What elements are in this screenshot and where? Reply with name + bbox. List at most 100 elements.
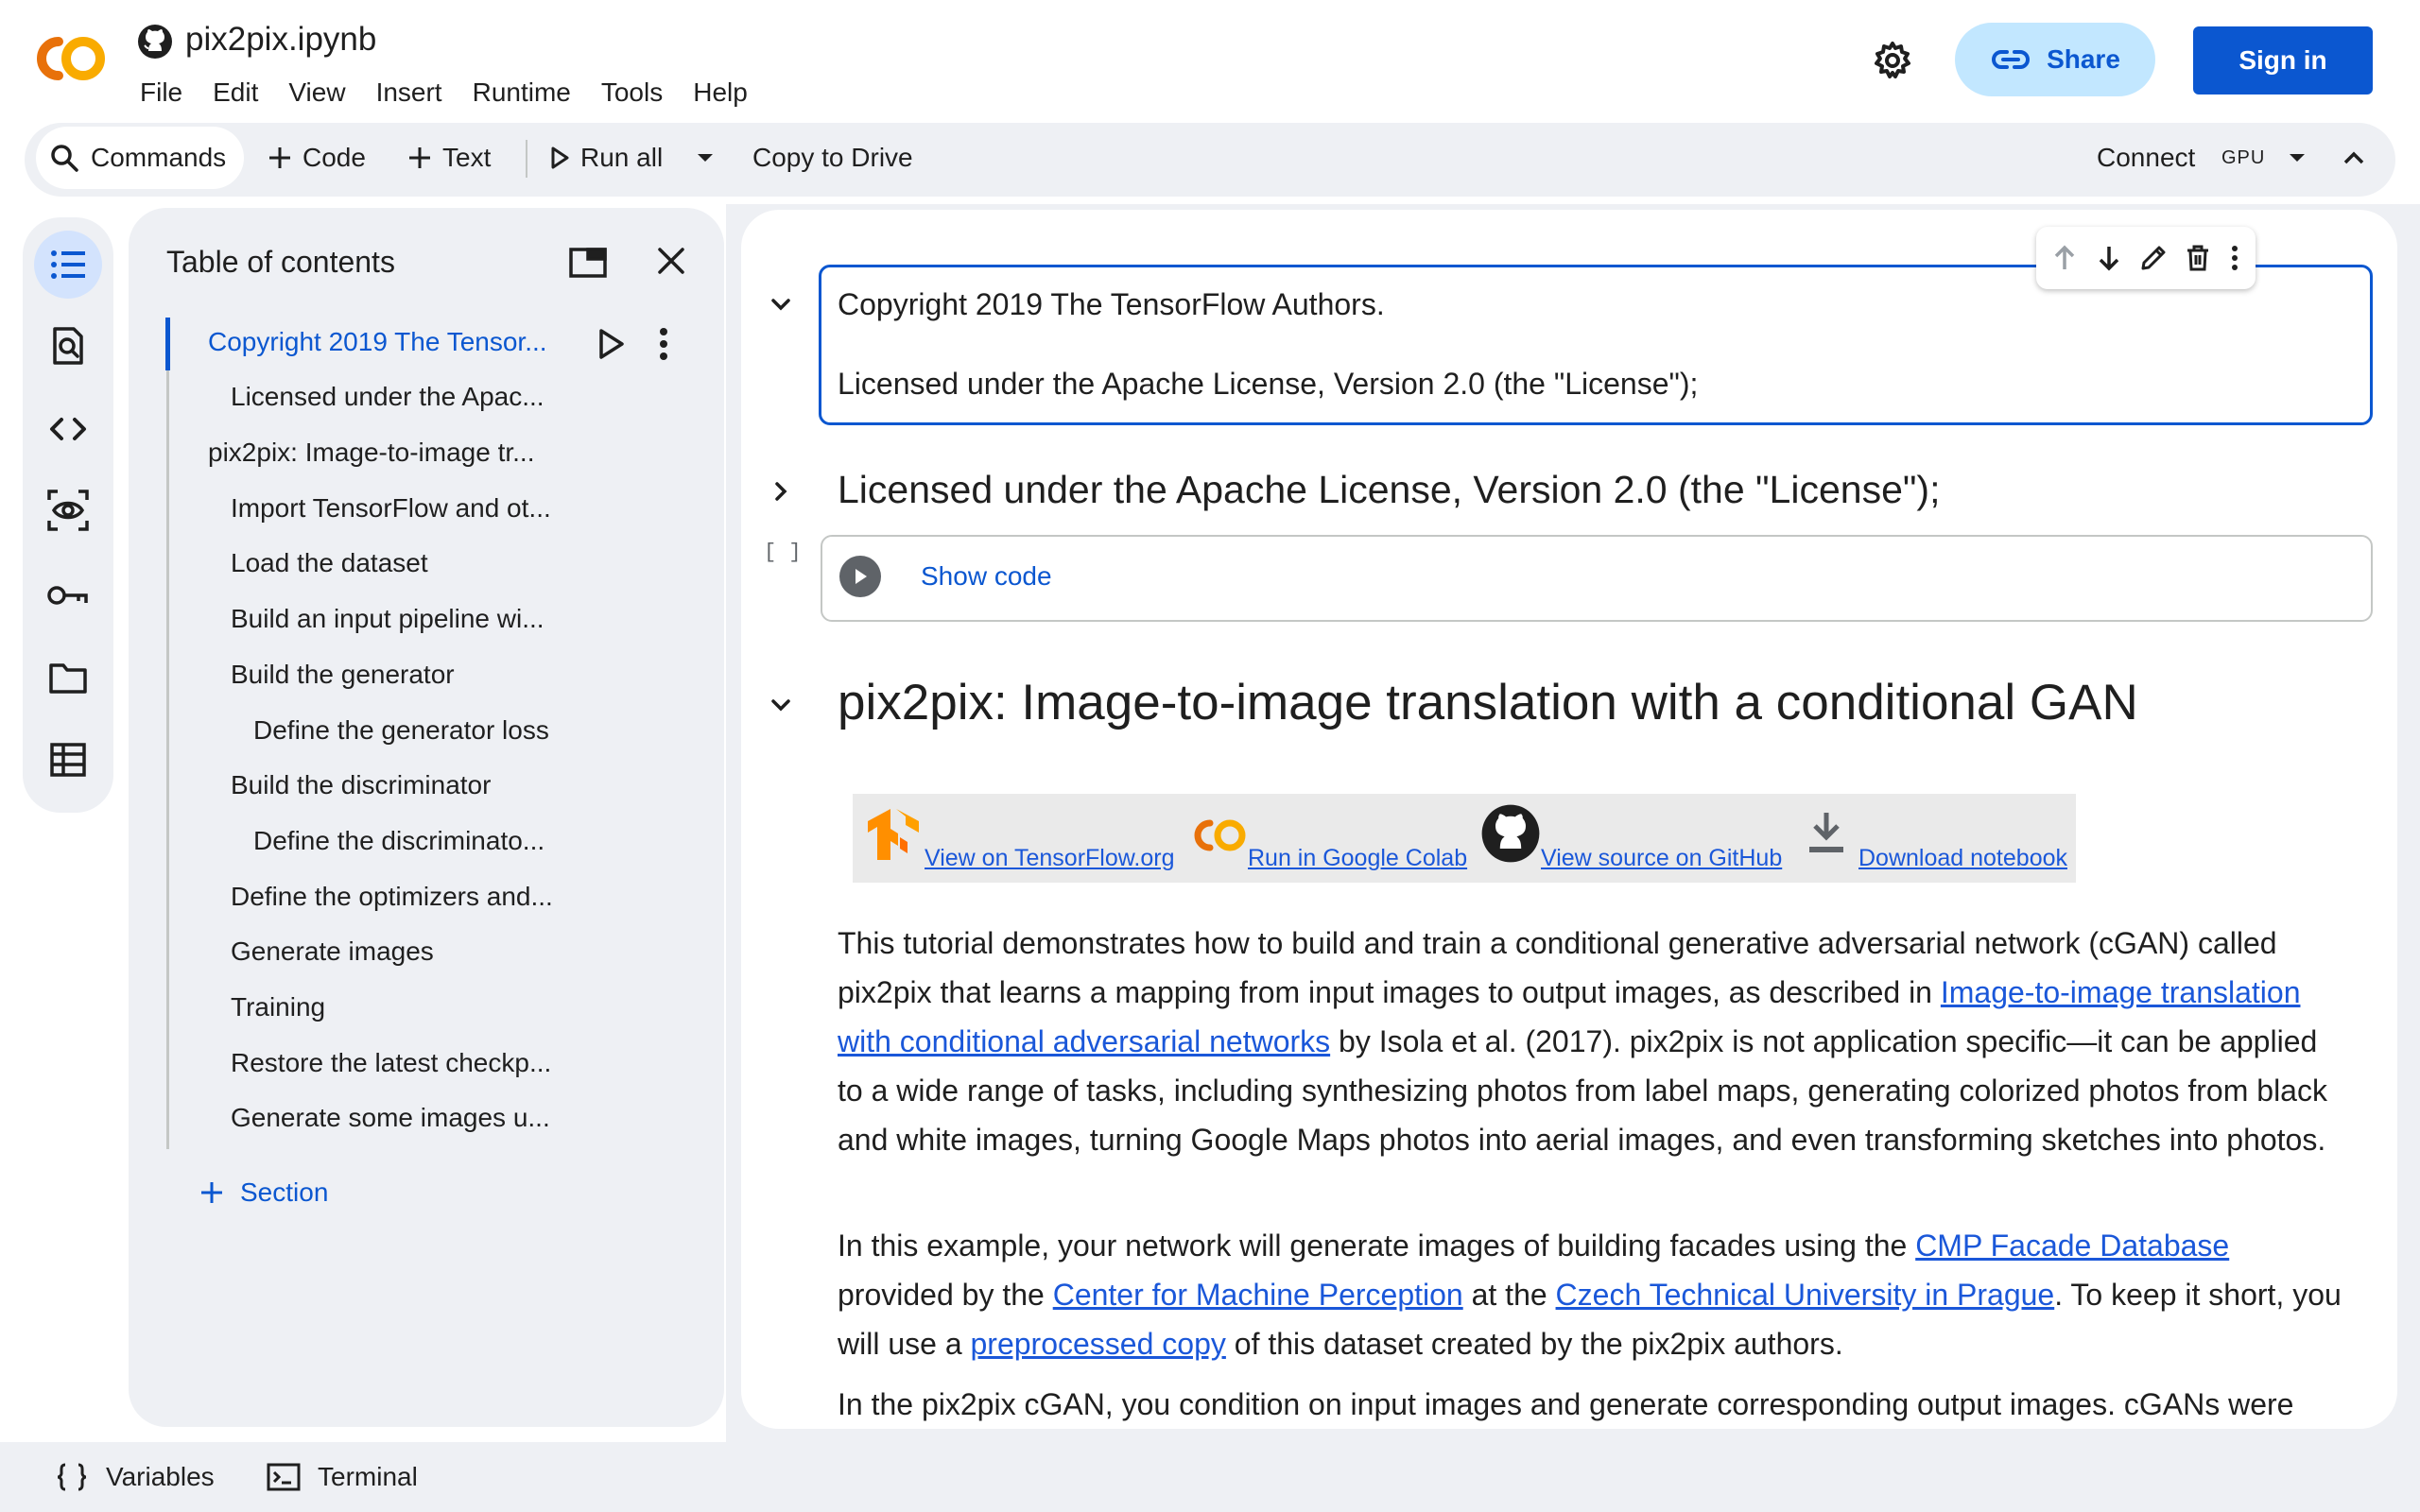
run-cell-button[interactable] bbox=[839, 556, 881, 597]
view-on-tensorflow-link[interactable]: View on TensorFlow.org bbox=[925, 843, 1175, 873]
menu-help[interactable]: Help bbox=[693, 74, 748, 112]
menu-edit[interactable]: Edit bbox=[213, 74, 258, 112]
share-button[interactable]: Share bbox=[1955, 23, 2155, 96]
toc-item[interactable]: Define the discriminato... bbox=[253, 822, 544, 860]
section-heading: Licensed under the Apache License, Versi… bbox=[838, 468, 1941, 511]
cmp-link[interactable]: Center for Machine Perception bbox=[1053, 1278, 1463, 1312]
menu-runtime[interactable]: Runtime bbox=[473, 74, 571, 112]
toc-tree-line bbox=[166, 318, 169, 1149]
data-table-icon[interactable] bbox=[34, 726, 102, 794]
inspect-eye-icon[interactable] bbox=[34, 476, 102, 544]
menu-file[interactable]: File bbox=[140, 74, 182, 112]
ctu-prague-link[interactable]: Czech Technical University in Prague bbox=[1556, 1278, 2055, 1312]
cmp-facade-link[interactable]: CMP Facade Database bbox=[1915, 1228, 2229, 1263]
code-cell[interactable] bbox=[821, 535, 2373, 622]
toc-item[interactable]: Define the optimizers and... bbox=[231, 878, 553, 916]
toc-item[interactable]: Generate images bbox=[231, 933, 434, 971]
run-all-dropdown[interactable] bbox=[696, 127, 715, 189]
search-icon bbox=[49, 143, 79, 173]
terminal-label: Terminal bbox=[318, 1462, 418, 1491]
paragraph-text: provided by the bbox=[838, 1278, 1053, 1312]
code-snippets-icon[interactable] bbox=[34, 395, 102, 463]
menu-view[interactable]: View bbox=[288, 74, 345, 112]
github-icon bbox=[1480, 803, 1541, 864]
caret-down-icon bbox=[696, 152, 715, 163]
close-icon[interactable] bbox=[652, 242, 690, 280]
toc-item[interactable]: Build an input pipeline wi... bbox=[231, 600, 544, 638]
toc-item[interactable]: Copyright 2019 The Tensor... bbox=[208, 323, 547, 361]
add-text-label: Text bbox=[442, 143, 492, 172]
toc-item[interactable]: Build the generator bbox=[231, 656, 455, 694]
cgan-paragraph: In the pix2pix cGAN, you condition on in… bbox=[838, 1387, 2294, 1421]
move-down-arrow-icon[interactable] bbox=[2094, 243, 2124, 273]
run-in-colab-link[interactable]: Run in Google Colab bbox=[1248, 843, 1467, 873]
paragraph-text: In this example, your network will gener… bbox=[838, 1228, 1916, 1263]
run-all-button[interactable]: Run all bbox=[548, 127, 663, 189]
dataset-paragraph: In this example, your network will gener… bbox=[838, 1221, 2350, 1368]
variables-label: Variables bbox=[106, 1462, 215, 1491]
toc-item[interactable]: Define the generator loss bbox=[253, 712, 549, 749]
play-icon bbox=[548, 145, 571, 171]
toc-item[interactable]: Generate some images u... bbox=[231, 1099, 550, 1137]
variables-button[interactable]: Variables bbox=[55, 1455, 215, 1499]
toc-item[interactable]: Training bbox=[231, 988, 325, 1026]
preprocessed-copy-link[interactable]: preprocessed copy bbox=[971, 1327, 1226, 1361]
sign-in-button[interactable]: Sign in bbox=[2193, 26, 2373, 94]
paragraph-text: of this dataset created by the pix2pix a… bbox=[1225, 1327, 1843, 1361]
execution-count-bracket: [ ] bbox=[764, 541, 802, 564]
toc-item[interactable]: Load the dataset bbox=[231, 544, 428, 582]
add-text-button[interactable]: Text bbox=[406, 127, 491, 189]
menu-bar: File Edit View Insert Runtime Tools Help bbox=[140, 74, 748, 112]
secrets-key-icon[interactable] bbox=[34, 561, 102, 629]
add-code-button[interactable]: Code bbox=[267, 127, 366, 189]
more-vert-icon[interactable] bbox=[2227, 243, 2242, 273]
run-all-label: Run all bbox=[580, 143, 664, 172]
table-of-contents-icon[interactable] bbox=[34, 231, 102, 299]
open-in-tab-icon[interactable] bbox=[567, 242, 609, 284]
toolbar-divider bbox=[526, 140, 527, 178]
add-section-button[interactable]: Section bbox=[199, 1177, 328, 1208]
cgan-paragraph-clip: In the pix2pix cGAN, you condition on in… bbox=[741, 1380, 2397, 1429]
toc-item[interactable]: pix2pix: Image-to-image tr... bbox=[208, 434, 534, 472]
play-icon bbox=[851, 566, 870, 587]
plus-icon bbox=[406, 145, 433, 171]
cell-text-line: Copyright 2019 The TensorFlow Authors. bbox=[838, 287, 1385, 321]
page-title: pix2pix: Image-to-image translation with… bbox=[838, 675, 2138, 730]
find-in-notebook-icon[interactable] bbox=[34, 312, 102, 380]
toc-active-indicator bbox=[165, 318, 170, 370]
menu-tools[interactable]: Tools bbox=[601, 74, 663, 112]
plus-icon bbox=[199, 1179, 225, 1206]
terminal-button[interactable]: Terminal bbox=[267, 1455, 418, 1499]
delete-trash-icon[interactable] bbox=[2183, 243, 2213, 273]
files-folder-icon[interactable] bbox=[34, 644, 102, 713]
cell-toolbar bbox=[2036, 227, 2256, 289]
more-vert-icon[interactable] bbox=[650, 325, 677, 363]
edit-pencil-icon[interactable] bbox=[2138, 243, 2169, 273]
notebook-title[interactable]: pix2pix.ipynb bbox=[185, 19, 376, 60]
toc-run-section-icon[interactable] bbox=[594, 325, 628, 363]
toc-title: Table of contents bbox=[166, 245, 395, 279]
expand-chevron-icon[interactable] bbox=[762, 472, 800, 510]
collapse-chevron-icon[interactable] bbox=[762, 285, 800, 323]
menu-insert[interactable]: Insert bbox=[376, 74, 442, 112]
commands-button[interactable]: Commands bbox=[36, 127, 244, 189]
download-notebook-link[interactable]: Download notebook bbox=[1858, 843, 2067, 873]
settings-gear-icon[interactable] bbox=[1870, 38, 1915, 83]
connect-button[interactable]: Connect bbox=[2097, 127, 2195, 189]
toc-item[interactable]: Licensed under the Apac... bbox=[231, 378, 544, 416]
colab-logo[interactable] bbox=[30, 32, 108, 85]
view-source-on-github-link[interactable]: View source on GitHub bbox=[1541, 843, 1782, 873]
toc-item[interactable]: Restore the latest checkp... bbox=[231, 1044, 551, 1082]
chevron-up-icon bbox=[2342, 150, 2365, 165]
add-code-label: Code bbox=[302, 143, 366, 172]
gpu-label: GPU bbox=[2221, 146, 2266, 168]
toc-item[interactable]: Build the discriminator bbox=[231, 766, 491, 804]
show-code-link[interactable]: Show code bbox=[921, 558, 1052, 595]
collapse-chevron-icon[interactable] bbox=[762, 686, 800, 724]
collapse-toolbar-button[interactable] bbox=[2342, 127, 2365, 189]
copy-to-drive-button[interactable]: Copy to Drive bbox=[752, 127, 913, 189]
terminal-icon bbox=[267, 1463, 301, 1491]
toc-item[interactable]: Import TensorFlow and ot... bbox=[231, 490, 551, 527]
connect-dropdown[interactable] bbox=[2288, 127, 2307, 189]
move-up-arrow-icon[interactable] bbox=[2049, 243, 2080, 273]
